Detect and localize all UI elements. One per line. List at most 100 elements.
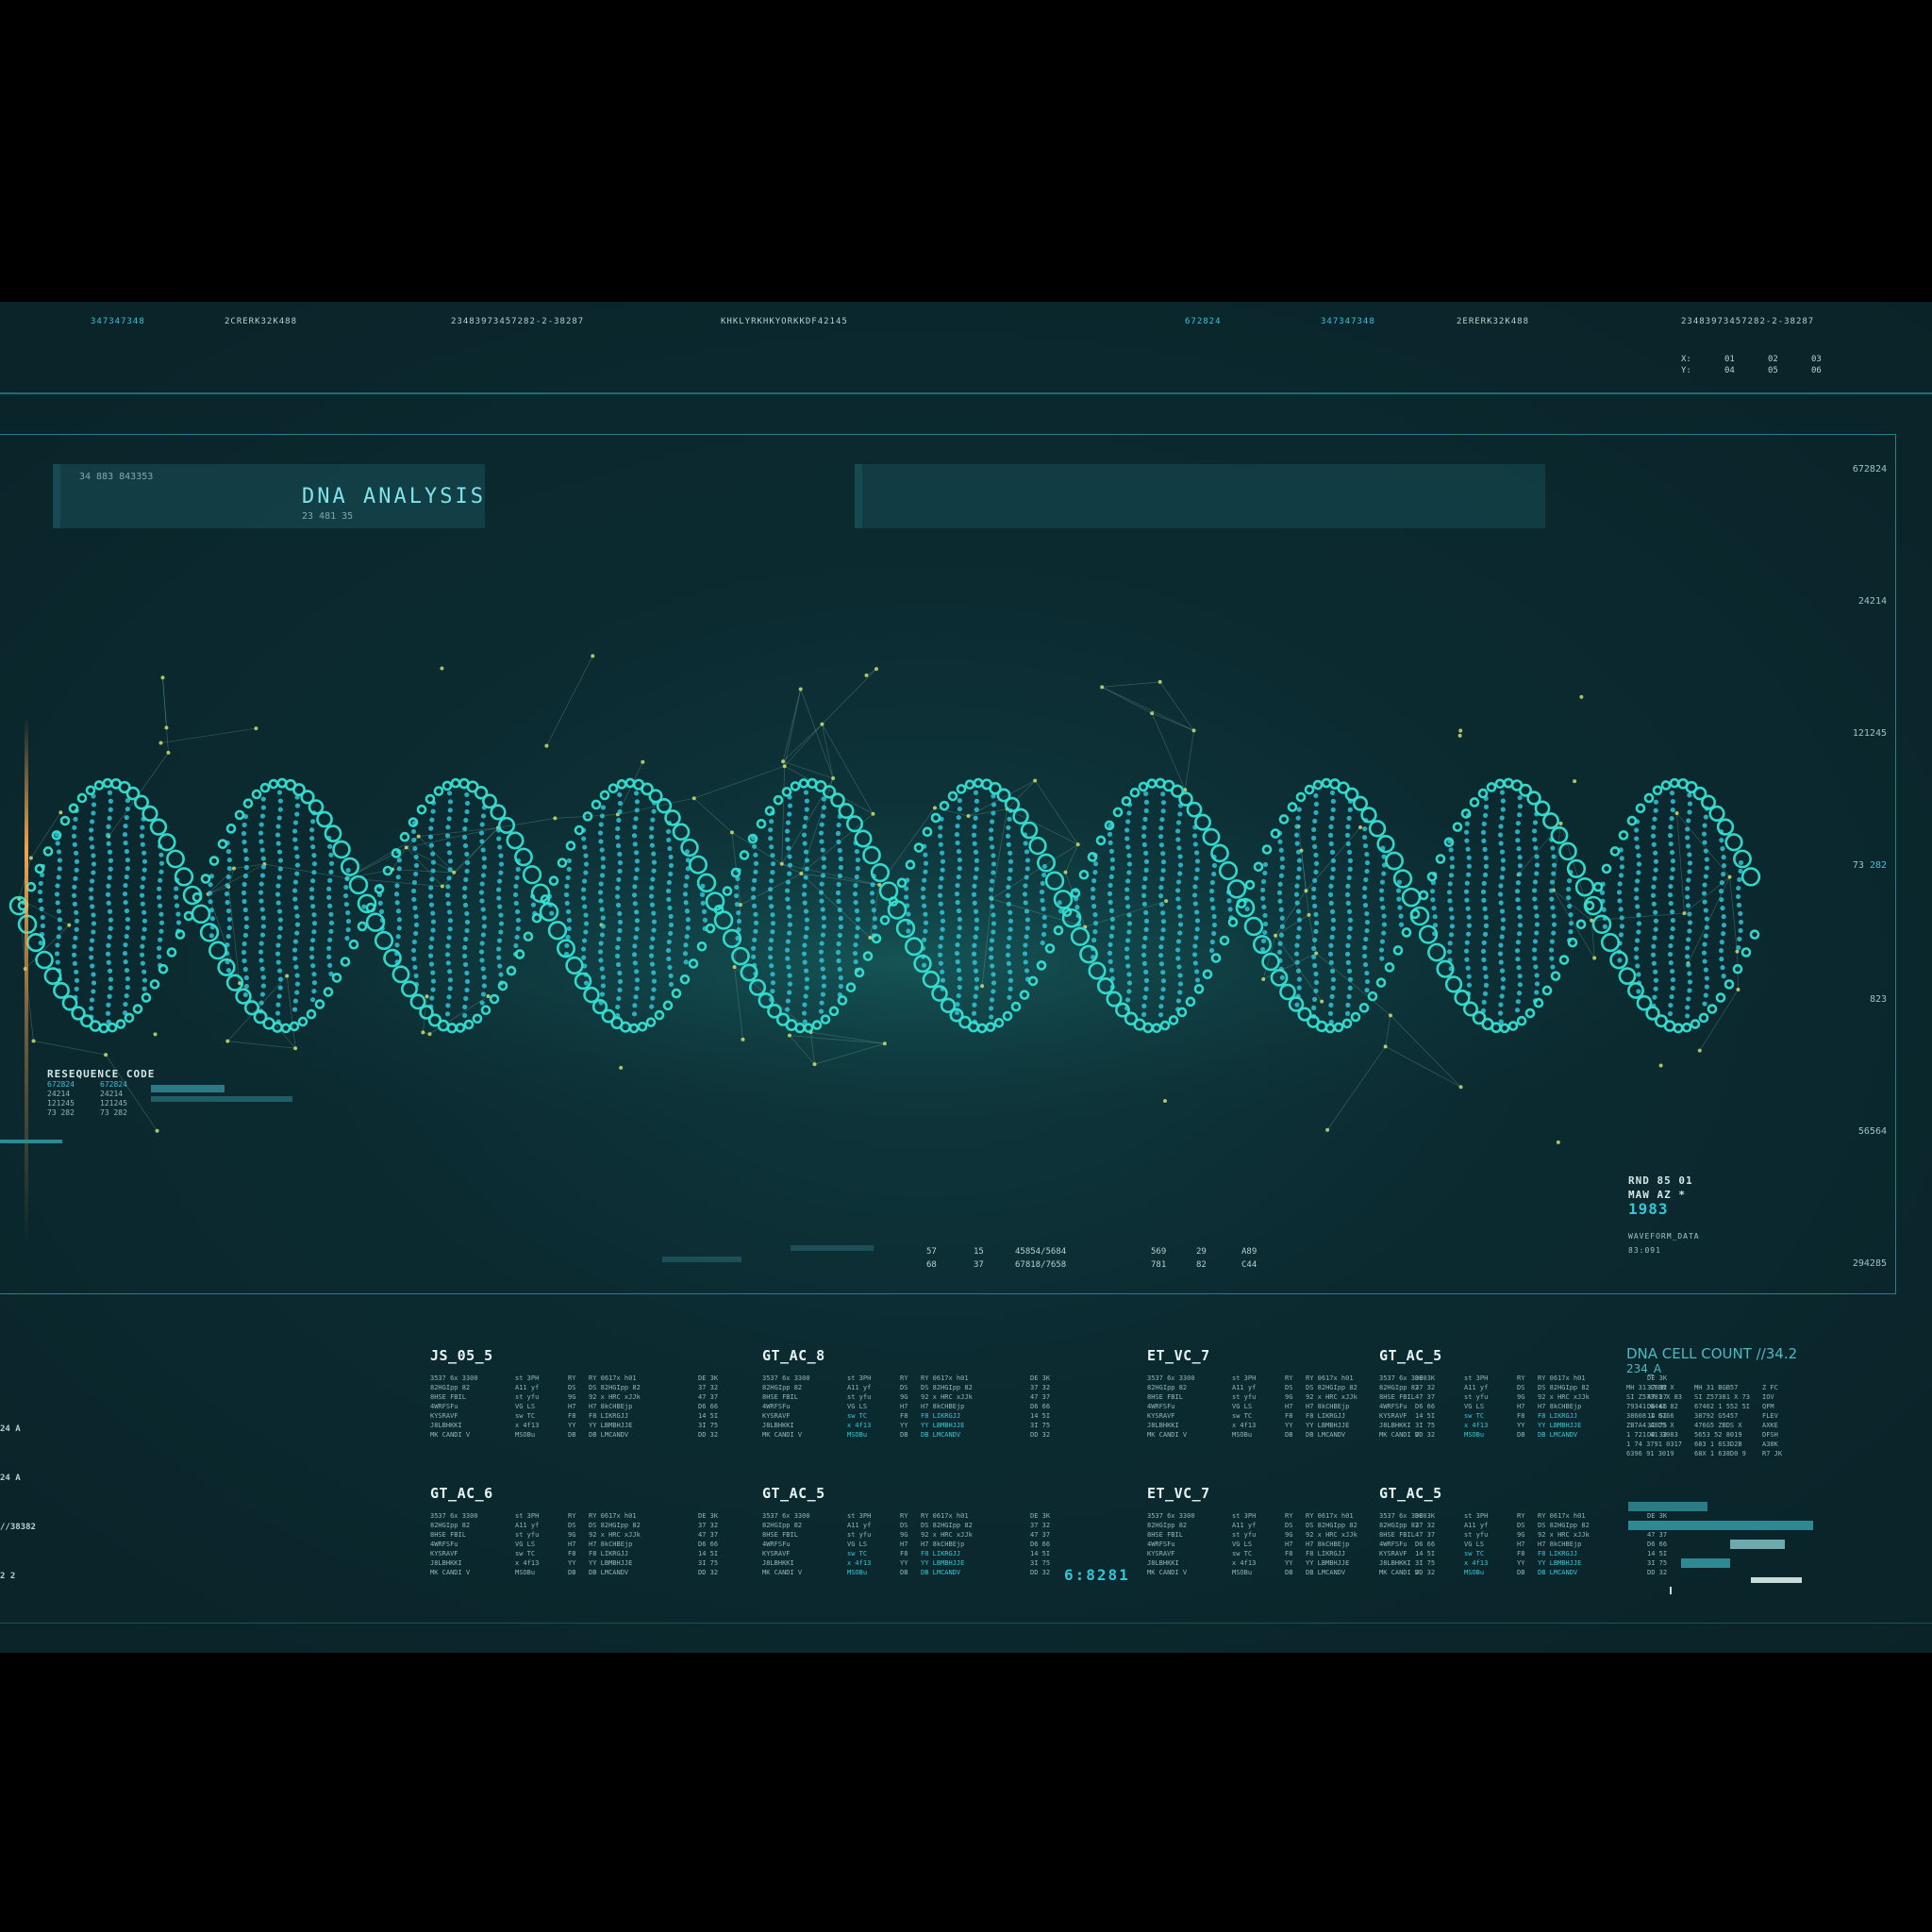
table-cell: 82HGIpp 82 [1147, 1384, 1188, 1391]
table-cell: sw TC [1464, 1550, 1485, 1557]
mesh-node [1162, 1098, 1167, 1103]
table-cell: sw TC [1232, 1550, 1253, 1557]
helix-bead [1304, 784, 1315, 795]
rung-dot [820, 932, 826, 938]
mesh-node [164, 725, 169, 730]
rung-dot [1363, 876, 1369, 883]
rung-dot [241, 890, 247, 896]
rung-dot [345, 918, 352, 924]
rung-dot [1687, 801, 1693, 807]
rung-dot [1687, 928, 1692, 934]
rung-dot [821, 864, 827, 870]
rung-dot [1720, 965, 1725, 971]
rung-dot [242, 873, 249, 879]
rung-dot [785, 956, 791, 961]
rung-dot [158, 860, 165, 866]
rung-dot [1719, 838, 1724, 843]
rung-dot [122, 950, 128, 957]
x-value: 01 [1724, 355, 1735, 364]
rung-dot [1517, 991, 1523, 996]
table-cell: Z FC [1762, 1384, 1778, 1391]
rung-dot [751, 886, 757, 891]
table-row: J8LBHKKI x 4f13 YY YY LBMBHJJE 3I 75 [1379, 1558, 1700, 1568]
rung-dot [583, 929, 589, 935]
table-cell: x 4f13 [515, 1422, 540, 1429]
rung-dot [1260, 895, 1266, 902]
rung-dot [225, 908, 232, 914]
rung-dot [514, 934, 520, 941]
table-row: 1 721 41 3083 5653 52 8019 DFSH [1626, 1430, 1830, 1440]
rung-dot [57, 917, 63, 923]
rung-dot [1141, 833, 1147, 839]
table-cell: RY 0617x h01 [921, 1374, 969, 1382]
rung-dot [91, 870, 96, 875]
table-cell: 683 1 6S3D2B [1694, 1441, 1742, 1448]
rung-dot [124, 874, 129, 880]
table-cell: YY LBMBHJJE [589, 1422, 633, 1429]
rung-dot [973, 849, 979, 855]
rung-dot [1194, 909, 1200, 915]
mesh-line [782, 689, 802, 762]
table-row: KYSRAVF sw TC F8 F8 LIKRGJJ 14 5I [762, 1549, 1083, 1558]
rung-dot [1177, 981, 1184, 987]
rung-dot [1293, 951, 1300, 957]
helix-bead [268, 778, 279, 790]
rung-dot [1516, 846, 1522, 852]
rung-dot [820, 966, 825, 972]
rung-dot [258, 881, 264, 887]
rung-dot [770, 980, 776, 986]
rung-dot [1159, 817, 1165, 823]
rung-dot [242, 881, 247, 888]
rung-dot [1668, 883, 1674, 890]
rung-dot [74, 850, 79, 856]
rung-dot [1158, 825, 1164, 831]
mesh-node [31, 1039, 36, 1043]
rung-dot [106, 824, 111, 829]
rung-dot [989, 1014, 994, 1020]
rung-dot [819, 898, 824, 904]
mesh-node [732, 965, 737, 970]
top-code-bar: 347347348 2CRERK32K488 23483973457282-2-… [0, 302, 1932, 396]
rung-dot [972, 883, 977, 889]
rung-dot [242, 941, 247, 947]
rung-dot [1517, 872, 1523, 877]
rung-dot [1211, 871, 1217, 877]
resequence-heading: RESEQUENCE CODE [47, 1068, 156, 1080]
rung-dot [787, 871, 792, 876]
rung-dot [973, 908, 979, 914]
rung-dot [1670, 807, 1675, 813]
rung-dot [1481, 940, 1487, 945]
rung-dot [1328, 900, 1334, 906]
table-cell: F8 [1517, 1412, 1525, 1420]
rung-dot [396, 858, 402, 863]
rung-dot [1210, 905, 1216, 911]
rung-dot [430, 859, 437, 865]
table-cell: DS [568, 1384, 576, 1391]
mesh-node [1304, 889, 1308, 893]
rung-dot [429, 936, 435, 941]
rung-dot [1311, 886, 1317, 892]
rung-dot [1514, 1008, 1521, 1013]
rung-dot [1446, 949, 1453, 955]
rung-dot [311, 853, 317, 858]
rung-dot [600, 924, 607, 929]
mesh-node [440, 666, 444, 671]
rung-dot [989, 1006, 994, 1011]
rung-dot [430, 970, 436, 975]
rung-dot [1345, 900, 1351, 906]
table-cell: 4WRFSFu [1147, 1403, 1175, 1410]
rung-dot [1380, 905, 1386, 910]
rung-dot [1549, 956, 1555, 961]
rung-dot [1191, 833, 1198, 839]
rung-dot [377, 900, 383, 906]
rung-dot [429, 876, 435, 882]
rung-dot [1295, 968, 1302, 974]
rung-dot [649, 842, 656, 848]
rung-dot [787, 862, 793, 868]
rung-dot [1498, 824, 1504, 829]
rung-dot [955, 899, 960, 906]
table-cell: J8LBHKKI [762, 1559, 794, 1567]
rung-dot [634, 799, 641, 805]
table-row: J8LBHKKI x 4f13 YY YY LBMBHJJE 3I 75 [762, 1558, 1083, 1568]
rung-dot [225, 874, 231, 880]
